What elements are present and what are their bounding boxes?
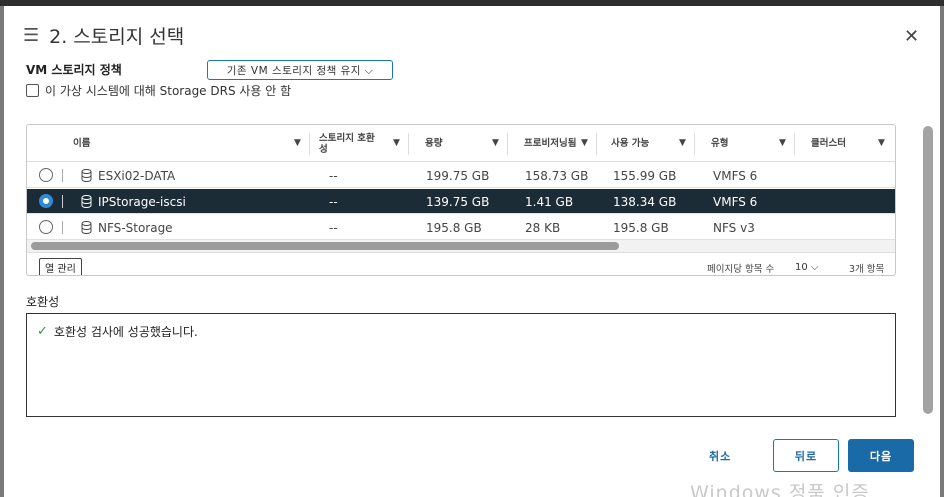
cell-capacity: 199.75 GB <box>426 168 490 183</box>
header-compat[interactable]: 스토리지 호환성 <box>319 125 381 162</box>
cell-provisioned: 1.41 GB <box>525 194 574 209</box>
cell-name: ESXi02-DATA <box>98 168 176 183</box>
filter-icon[interactable]: ▼ <box>492 138 499 148</box>
filter-icon[interactable]: ▼ <box>393 138 400 148</box>
title-row: ☰ 2. 스토리지 선택 <box>23 22 184 49</box>
cell-provisioned: 158.73 GB <box>525 168 589 183</box>
check-icon: ✓ <box>37 324 48 339</box>
disable-drs-row[interactable]: 이 가상 시스템에 대해 Storage DRS 사용 안 함 <box>26 82 291 99</box>
grid-header: 이름 ▼ 스토리지 호환성 ▼ 용량 ▼ 프로비저닝됨 ▼ 사용 가능 ▼ 유형… <box>27 125 895 162</box>
header-cluster[interactable]: 클러스터 <box>811 125 846 162</box>
header-type[interactable]: 유형 <box>711 125 728 162</box>
row-divider <box>62 195 63 208</box>
datastore-icon <box>81 221 92 234</box>
cell-name: NFS-Storage <box>98 220 173 235</box>
cell-free: 138.34 GB <box>613 194 677 209</box>
table-row[interactable]: ESXi02-DATA -- 199.75 GB 158.73 GB 155.9… <box>27 163 895 188</box>
filter-icon[interactable]: ▼ <box>878 138 885 148</box>
cell-capacity: 139.75 GB <box>426 194 490 209</box>
cancel-button[interactable]: 취소 <box>709 448 731 464</box>
cell-provisioned: 28 KB <box>525 220 561 235</box>
next-button[interactable]: 다음 <box>848 439 914 472</box>
items-per-page-label: 페이지당 항목 수 <box>707 264 775 275</box>
column-divider[interactable] <box>694 133 695 155</box>
windows-activation-watermark: Windows 정품 인증 <box>690 482 870 497</box>
datastore-grid: 이름 ▼ 스토리지 호환성 ▼ 용량 ▼ 프로비저닝됨 ▼ 사용 가능 ▼ 유형… <box>26 124 896 276</box>
vm-storage-policy-select[interactable]: 기존 VM 스토리지 정책 유지 ⌵ <box>207 60 393 80</box>
compatibility-message: 호환성 검사에 성공했습니다. <box>53 325 198 339</box>
cell-free: 155.99 GB <box>613 168 677 183</box>
cell-compat: -- <box>329 168 338 183</box>
header-name[interactable]: 이름 <box>73 125 90 162</box>
row-divider <box>62 169 63 182</box>
item-count: 3개 항목 <box>849 264 885 275</box>
compatibility-message-row: ✓ 호환성 검사에 성공했습니다. <box>37 323 198 340</box>
horizontal-scrollbar[interactable] <box>27 240 895 252</box>
table-row[interactable]: IPStorage-iscsi -- 139.75 GB 1.41 GB 138… <box>27 189 895 214</box>
filter-icon[interactable]: ▼ <box>779 138 786 148</box>
cell-type: VMFS 6 <box>713 194 758 209</box>
dialog: ☰ 2. 스토리지 선택 ✕ VM 스토리지 정책 기존 VM 스토리지 정책 … <box>4 6 940 497</box>
header-capacity[interactable]: 용량 <box>425 125 442 162</box>
disable-drs-label: 이 가상 시스템에 대해 Storage DRS 사용 안 함 <box>45 84 292 98</box>
cell-compat: -- <box>329 220 338 235</box>
column-divider[interactable] <box>794 133 795 155</box>
header-provisioned[interactable]: 프로비저닝됨 <box>524 125 578 162</box>
row-radio[interactable] <box>39 220 53 234</box>
header-free[interactable]: 사용 가능 <box>611 125 649 162</box>
disable-drs-checkbox[interactable] <box>26 84 39 97</box>
table-row[interactable]: NFS-Storage -- 195.8 GB 28 KB 195.8 GB N… <box>27 215 895 240</box>
row-radio[interactable] <box>39 168 53 182</box>
vm-storage-policy-label: VM 스토리지 정책 <box>26 63 122 77</box>
grid-footer: 열 관리 페이지당 항목 수 10 ⌵ 3개 항목 <box>27 252 895 275</box>
datastore-icon <box>81 195 92 208</box>
column-divider[interactable] <box>309 133 310 155</box>
close-icon[interactable]: ✕ <box>904 26 919 47</box>
cell-type: VMFS 6 <box>713 168 758 183</box>
compatibility-label: 호환성 <box>26 295 60 309</box>
row-radio[interactable] <box>39 194 53 208</box>
column-divider[interactable] <box>507 133 508 155</box>
filter-icon[interactable]: ▼ <box>679 138 686 148</box>
cell-capacity: 195.8 GB <box>426 220 482 235</box>
cell-name: IPStorage-iscsi <box>98 194 186 209</box>
datastore-icon <box>81 169 92 182</box>
items-per-page-select[interactable]: 10 ⌵ <box>791 259 831 275</box>
column-divider[interactable] <box>408 133 409 155</box>
dialog-title: 2. 스토리지 선택 <box>49 26 185 48</box>
cell-compat: -- <box>329 194 338 209</box>
column-divider[interactable] <box>596 133 597 155</box>
row-divider <box>62 221 63 234</box>
compatibility-box: ✓ 호환성 검사에 성공했습니다. <box>26 313 896 417</box>
cell-type: NFS v3 <box>713 220 755 235</box>
hamburger-icon[interactable]: ☰ <box>23 25 39 46</box>
horizontal-scroll-thumb[interactable] <box>31 242 619 250</box>
column-manager-button[interactable]: 열 관리 <box>39 258 82 275</box>
vertical-scroll-thumb[interactable] <box>923 126 933 414</box>
back-button[interactable]: 뒤로 <box>773 439 839 472</box>
filter-icon[interactable]: ▼ <box>581 138 588 148</box>
filter-icon[interactable]: ▼ <box>294 138 301 148</box>
cell-free: 195.8 GB <box>613 220 669 235</box>
